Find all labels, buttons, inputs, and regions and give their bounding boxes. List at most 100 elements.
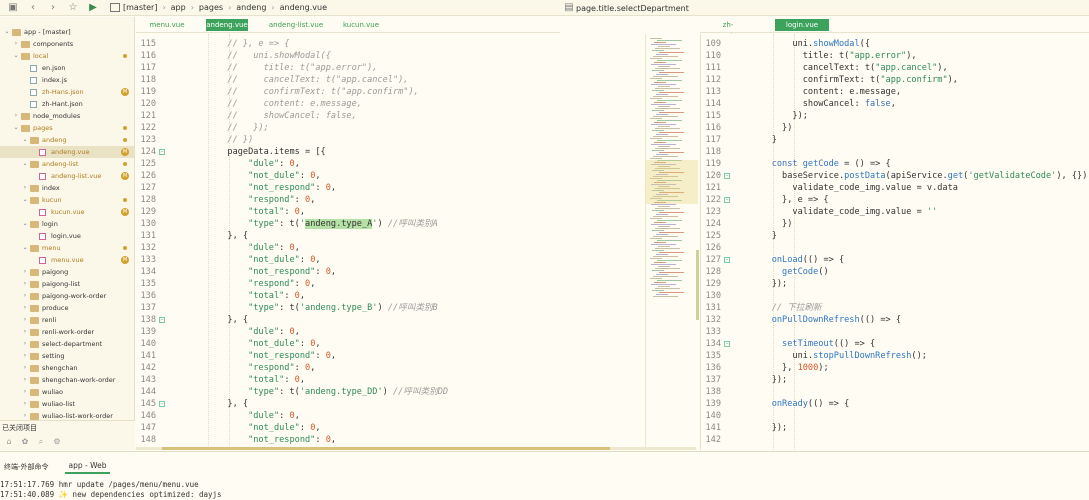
line-number: 139 [140,327,156,337]
tree-folder[interactable]: › paigong-list [0,278,134,290]
fold-icon[interactable]: − [724,257,730,263]
save-icon[interactable]: ▣ [6,1,20,15]
tree-folder[interactable]: › components [0,38,134,50]
tree-folder[interactable]: › shengchan-work-order [0,374,134,386]
tree-folder[interactable]: ⌄ local [0,50,134,62]
tree-file[interactable]: index.js [0,74,134,86]
chevron-right-icon[interactable]: › [21,182,29,194]
editor-tab[interactable]: andeng-list.vue [266,19,326,31]
tree-folder[interactable]: ⌄ app - [master] [0,26,134,38]
breadcrumb-item[interactable]: andeng.vue [280,3,327,12]
tree-file[interactable]: login.vue [0,230,134,242]
fold-icon[interactable]: − [724,341,730,347]
tree-folder[interactable]: ⌄ menu [0,242,134,254]
tree-folder[interactable]: ⌄ andeng-list [0,158,134,170]
secondary-breadcrumb-label[interactable]: page.title.selectDepartment [576,4,689,13]
tree-folder[interactable]: › wuliao [0,386,134,398]
tree-folder[interactable]: › shengchan [0,362,134,374]
tree-folder[interactable]: › index [0,182,134,194]
minimap-line [651,124,676,125]
chevron-right-icon[interactable]: › [21,350,29,362]
tree-item-label: zh-Hans.json [42,88,84,96]
tree-file[interactable]: zh-Hant.json [0,98,134,110]
tree-folder[interactable]: ⌄ kucun [0,194,134,206]
chevron-down-icon[interactable]: ⌄ [12,122,20,134]
fold-icon[interactable]: − [159,317,165,323]
minimap[interactable] [645,34,698,450]
right-code-editor[interactable]: 109 uni.showModal({110 title: t("app.err… [700,34,1089,450]
run-icon[interactable]: ▶ [86,1,100,15]
tree-file[interactable]: menu.vue M [0,254,134,266]
tree-file[interactable]: andeng.vue M [0,146,134,158]
chevron-right-icon[interactable]: › [21,266,29,278]
line-number: 131 [140,231,156,241]
terminal-tab[interactable]: 终端-外部命令 [0,462,53,472]
star-icon[interactable]: ☆ [66,1,80,15]
closed-projects-title[interactable]: 已关闭项目 [2,423,135,433]
tree-item-label: login [42,220,58,228]
chevron-right-icon[interactable]: › [21,386,29,398]
back-icon[interactable]: ‹ [26,1,40,15]
chevron-right-icon[interactable]: › [21,326,29,338]
tree-folder[interactable]: › renli-work-order [0,326,134,338]
vertical-scrollbar[interactable] [696,250,699,320]
tree-folder[interactable]: › setting [0,350,134,362]
breadcrumb-item[interactable]: app [171,3,186,12]
horizontal-scrollbar[interactable] [162,447,610,450]
tree-folder[interactable]: ⌄ pages [0,122,134,134]
settings-icon[interactable]: ⚙ [52,437,62,447]
line-number: 116 [140,51,156,61]
tree-folder[interactable]: › renli [0,314,134,326]
tree-file[interactable]: zh-Hans.json M [0,86,134,98]
fold-icon[interactable]: − [724,173,730,179]
chevron-down-icon[interactable]: ⌄ [21,242,29,254]
project-icon[interactable]: ⌂ [4,437,14,447]
chevron-right-icon[interactable]: › [21,374,29,386]
chevron-right-icon[interactable]: › [21,398,29,410]
plugin-icon[interactable]: ✿ [20,437,30,447]
chevron-right-icon[interactable]: › [21,338,29,350]
tree-folder[interactable]: › paigong [0,266,134,278]
fold-icon[interactable]: − [159,149,165,155]
chevron-right-icon[interactable]: › [21,362,29,374]
left-code-editor[interactable]: 115 // }, e => {116 // uni.showModal({11… [136,34,645,450]
minimap-viewport[interactable] [646,160,698,204]
chevron-down-icon[interactable]: ⌄ [21,134,29,146]
chevron-right-icon[interactable]: › [21,290,29,302]
chevron-down-icon[interactable]: ⌄ [21,218,29,230]
left-editor-tabbar: menu.vue andeng.vue andeng-list.vue kucun.v… [136,17,560,33]
chevron-right-icon[interactable]: › [21,314,29,326]
terminal-tab[interactable]: app - Web [64,461,111,474]
fold-icon[interactable]: − [159,401,165,407]
tree-folder[interactable]: › node_modules [0,110,134,122]
fold-icon[interactable]: − [724,197,730,203]
chevron-down-icon[interactable]: ⌄ [3,26,11,38]
tree-folder[interactable]: › produce [0,302,134,314]
editor-tab[interactable]: menu.vue [144,19,190,31]
tree-folder[interactable]: ⌄ andeng [0,134,134,146]
chevron-right-icon[interactable]: › [21,278,29,290]
tree-folder[interactable]: › paigong-work-order [0,290,134,302]
tree-folder[interactable]: › select-department [0,338,134,350]
chevron-down-icon[interactable]: ⌄ [21,158,29,170]
tree-folder[interactable]: › wuliao-list [0,398,134,410]
search-icon[interactable]: ⌕ [36,437,46,447]
breadcrumb-item[interactable]: [master] [123,3,157,12]
chevron-down-icon[interactable]: ⌄ [12,50,20,62]
tree-file[interactable]: andeng-list.vue M [0,170,134,182]
chevron-right-icon[interactable]: › [21,302,29,314]
editor-tab[interactable]: zh-Hans.json [708,19,748,41]
chevron-right-icon[interactable]: › [12,110,20,122]
tree-file[interactable]: en.json [0,62,134,74]
editor-tab[interactable]: andeng.vue [206,19,248,31]
line-number: 128 [140,195,156,205]
editor-tab[interactable]: kucun.vue [341,19,381,31]
chevron-down-icon[interactable]: ⌄ [21,194,29,206]
tree-folder[interactable]: ⌄ login [0,218,134,230]
chevron-right-icon[interactable]: › [12,38,20,50]
forward-icon[interactable]: › [46,1,60,15]
breadcrumb-item[interactable]: andeng [236,3,266,12]
editor-tab[interactable]: login.vue [775,19,829,31]
tree-file[interactable]: kucun.vue M [0,206,134,218]
breadcrumb-item[interactable]: pages [199,3,223,12]
